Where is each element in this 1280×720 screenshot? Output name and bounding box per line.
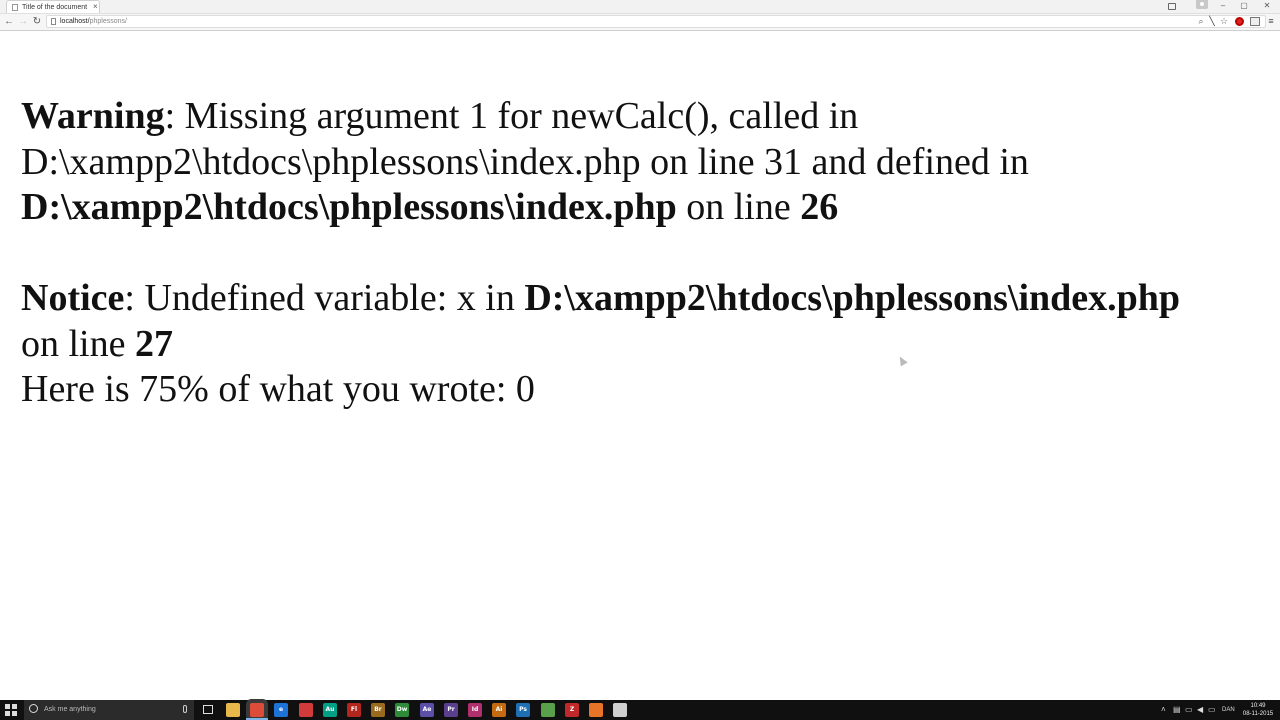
address-bar[interactable]: localhost/phplessons/: [46, 15, 1266, 28]
warning-path: D:\xampp2\htdocs\phplessons\index.php: [21, 186, 677, 228]
forward-arrow-icon[interactable]: →: [17, 15, 29, 29]
profile-icon[interactable]: [1196, 0, 1208, 9]
clock[interactable]: 10:49 08-11-2015: [1240, 702, 1276, 718]
close-tab-icon[interactable]: ×: [93, 2, 98, 12]
page-icon: [12, 4, 18, 11]
bookmark-star-icon[interactable]: ☆: [1219, 16, 1229, 27]
chrome-icon[interactable]: [246, 703, 268, 720]
windows-start-icon[interactable]: [5, 704, 17, 716]
search-box[interactable]: Ask me anything: [24, 700, 194, 720]
php-output: Warning: Missing argument 1 for newCalc(…: [21, 94, 1271, 413]
menu-icon[interactable]: ≡: [1266, 16, 1276, 27]
notice-line-number: 27: [134, 322, 173, 365]
premiere-icon[interactable]: Pr: [444, 703, 458, 717]
flash-icon[interactable]: Fl: [347, 703, 361, 717]
notice-label: Notice: [21, 277, 125, 319]
extension-wand-icon[interactable]: ╲: [1207, 16, 1217, 27]
warning-on-line: on line: [676, 186, 801, 228]
microphone-icon[interactable]: [183, 705, 187, 713]
warning-line-number: 26: [800, 186, 839, 228]
warning-text-2: D:\xampp2\htdocs\phplessons\index.php on…: [21, 140, 1029, 183]
search-placeholder: Ask me anything: [44, 706, 96, 713]
browser-toolbar: ← → ↻ localhost/phplessons/: [0, 14, 1280, 31]
warning-text-1: : Missing argument 1 for newCalc(), call…: [164, 95, 859, 137]
creative-cloud-icon[interactable]: [299, 703, 313, 717]
page-info-icon[interactable]: [51, 18, 56, 25]
zoom-icon[interactable]: ⌕: [1197, 16, 1205, 27]
audition-icon[interactable]: Au: [323, 703, 337, 717]
notice-text: : Undefined variable: x in: [124, 277, 525, 319]
task-view-icon[interactable]: [203, 705, 213, 714]
notice-path: D:\xampp2\htdocs\phplessons\index.php: [524, 277, 1181, 319]
bridge-icon[interactable]: Br: [371, 703, 385, 717]
language-indicator[interactable]: DAN: [1222, 700, 1235, 720]
reload-icon[interactable]: ↻: [31, 15, 43, 29]
after-effects-icon[interactable]: Ae: [420, 703, 434, 717]
taskbar: Ask me anything e Au Fl Br Dw Ae Pr Id Ai Ps Z ˄ ▤…: [0, 700, 1280, 720]
show-hidden-icons-icon[interactable]: ˄: [1161, 700, 1166, 720]
edge-icon[interactable]: e: [274, 703, 288, 717]
browser-tab[interactable]: Title of the document ×: [6, 0, 100, 13]
clock-time: 10:49: [1250, 703, 1266, 709]
url-text: localhost/phplessons/: [60, 18, 127, 25]
display-icon[interactable]: ▭: [1208, 700, 1216, 720]
title-bar: Title of the document × – ▢ ✕: [0, 0, 1280, 14]
tab-title: Title of the document: [22, 4, 88, 11]
file-explorer-icon[interactable]: [226, 703, 240, 717]
notice-message: Notice: Undefined variable: x in D:\xamp…: [21, 276, 1271, 367]
indesign-icon[interactable]: Id: [468, 703, 482, 717]
network-icon[interactable]: ▤: [1173, 700, 1181, 720]
notice-on-line: on line: [21, 322, 135, 365]
cortana-icon: [29, 704, 38, 713]
back-arrow-icon[interactable]: ←: [3, 15, 15, 29]
clock-date: 08-11-2015: [1242, 711, 1274, 717]
action-center-icon[interactable]: ▭: [1185, 700, 1193, 720]
xampp-icon[interactable]: [589, 703, 603, 717]
minimize-button[interactable]: –: [1214, 0, 1232, 13]
notes-icon[interactable]: [613, 703, 627, 717]
app-cube-icon[interactable]: [541, 703, 555, 717]
volume-icon[interactable]: ◀: [1197, 700, 1203, 720]
extension-box-icon[interactable]: [1250, 17, 1260, 26]
warning-label: Warning: [21, 95, 165, 137]
photoshop-icon[interactable]: Ps: [516, 703, 530, 717]
illustrator-icon[interactable]: Ai: [492, 703, 506, 717]
close-window-button[interactable]: ✕: [1258, 0, 1276, 13]
result-text: Here is 75% of what you wrote: 0: [21, 368, 535, 410]
maximize-button[interactable]: ▢: [1235, 0, 1253, 13]
warning-message: Warning: Missing argument 1 for newCalc(…: [21, 94, 1271, 231]
filezilla-icon[interactable]: Z: [565, 703, 579, 717]
dreamweaver-icon[interactable]: Dw: [395, 703, 409, 717]
extension-opera-icon[interactable]: [1235, 17, 1244, 26]
cast-icon[interactable]: [1168, 3, 1176, 10]
